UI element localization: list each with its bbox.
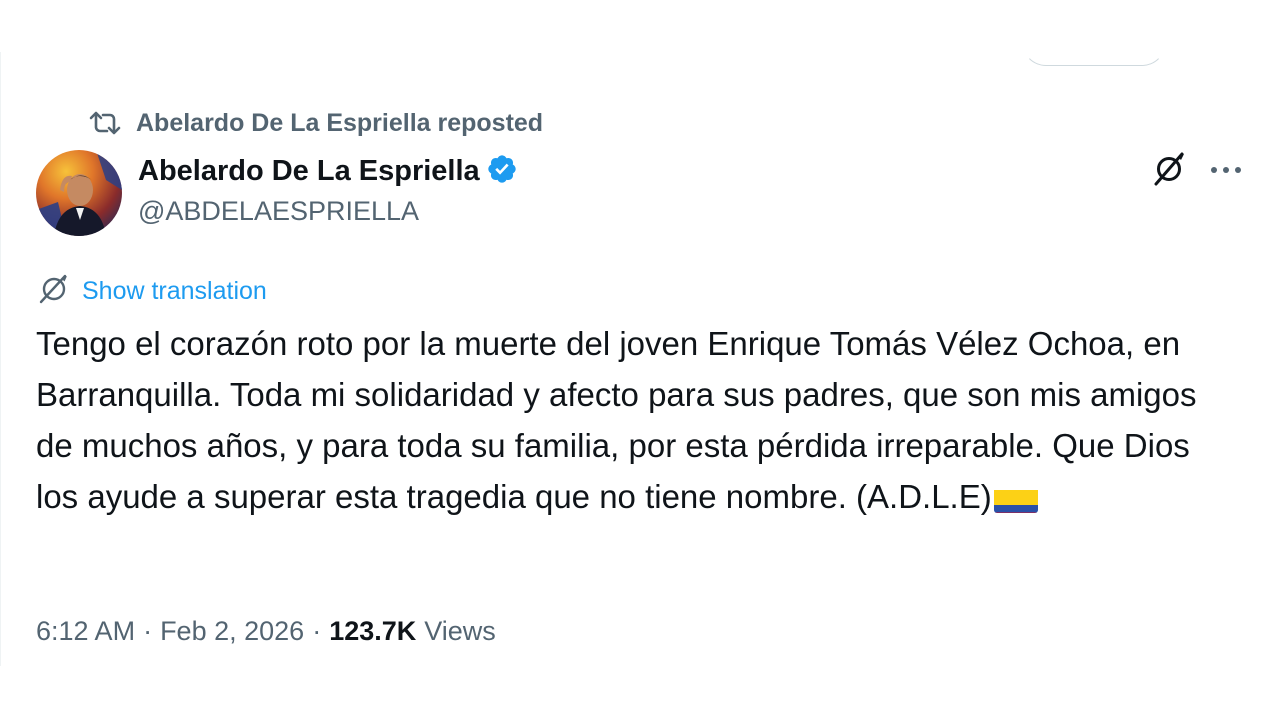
author-display-name[interactable]: Abelardo De La Espriella	[138, 155, 480, 188]
tweet-time[interactable]: 6:12 AM	[36, 616, 135, 647]
repost-icon	[88, 110, 122, 136]
tweet-meta: 6:12 AM · Feb 2, 2026 · 123.7K Views	[36, 612, 496, 650]
meta-separator: ·	[312, 615, 322, 646]
grok-icon	[1151, 151, 1187, 192]
tweet-text: Tengo el corazón roto por la muerte del …	[36, 318, 1236, 522]
more-options-button[interactable]	[1206, 152, 1246, 190]
avatar[interactable]	[36, 150, 122, 236]
translate-icon	[38, 273, 70, 310]
top-partial-button[interactable]	[1022, 20, 1166, 66]
views-label[interactable]: Views	[424, 616, 496, 647]
show-translation[interactable]: Show translation	[38, 274, 267, 308]
repost-indicator[interactable]: Abelardo De La Espriella reposted	[88, 108, 543, 138]
colombia-flag-icon	[993, 483, 1038, 513]
meta-separator: ·	[143, 615, 153, 646]
repost-label[interactable]: Abelardo De La Espriella reposted	[136, 109, 543, 138]
show-translation-link[interactable]: Show translation	[82, 277, 267, 306]
tweet-screen: Abelardo De La Espriella reposted Abelar	[0, 0, 1280, 720]
left-border	[0, 52, 1, 666]
views-count[interactable]: 123.7K	[329, 616, 416, 647]
tweet-date[interactable]: Feb 2, 2026	[160, 616, 304, 647]
author-name-row[interactable]: Abelardo De La Espriella	[138, 152, 518, 190]
grok-button[interactable]	[1150, 152, 1188, 190]
author-handle[interactable]: @ABDELAESPRIELLA	[138, 196, 419, 227]
more-icon	[1209, 162, 1243, 180]
verified-badge-icon[interactable]	[486, 153, 518, 190]
